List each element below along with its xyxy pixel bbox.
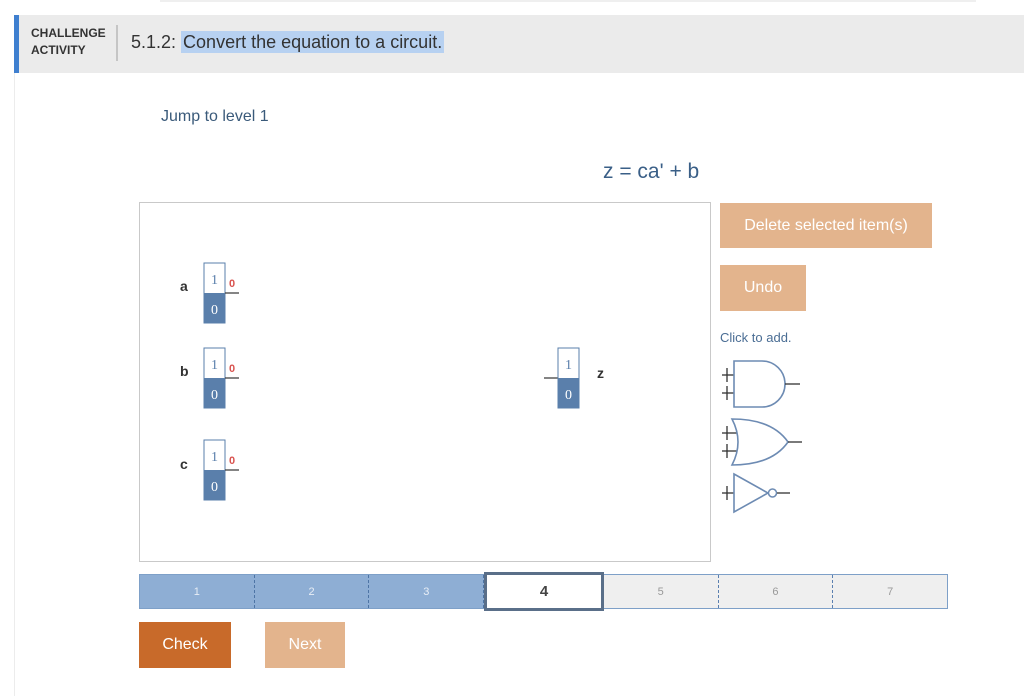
switch-output-value: 0 bbox=[229, 278, 235, 290]
or-gate-icon[interactable] bbox=[720, 414, 804, 470]
undo-button[interactable]: Undo bbox=[720, 265, 806, 311]
activity-header: CHALLENGE ACTIVITY 5.1.2: Convert the eq… bbox=[14, 15, 1024, 73]
activity-title: 5.1.2: Convert the equation to a circuit… bbox=[131, 31, 445, 53]
circuit-drawing: a 1 0 0 b 1 0 0 c 1 0 0 1 0 z bbox=[180, 262, 604, 501]
content-frame-edge bbox=[14, 73, 15, 696]
activity-title-text: Convert the equation to a circuit. bbox=[181, 31, 445, 53]
level-progress-bar: 1 2 3 4 5 6 7 bbox=[139, 572, 948, 611]
level-5-segment: 5 bbox=[603, 575, 719, 608]
target-equation: z = ca' + b bbox=[603, 160, 700, 183]
circuit-canvas[interactable]: a 1 0 0 b 1 0 0 c 1 0 0 1 0 z bbox=[139, 202, 711, 562]
level-2-segment[interactable]: 2 bbox=[254, 575, 370, 608]
switch-bottom-value: 0 bbox=[211, 388, 218, 403]
switch-output-value: 0 bbox=[229, 363, 235, 375]
switch-bottom-value: 0 bbox=[211, 303, 218, 318]
and-gate-icon[interactable] bbox=[720, 356, 804, 412]
input-switch-c[interactable]: c 1 0 0 bbox=[180, 439, 239, 501]
input-switch-a[interactable]: a 1 0 0 bbox=[180, 262, 239, 324]
level-3-segment[interactable]: 3 bbox=[369, 575, 485, 608]
output-indicator-z[interactable]: 1 0 z bbox=[544, 347, 604, 409]
switch-output-value: 0 bbox=[229, 455, 235, 467]
switch-top-value: 1 bbox=[211, 273, 218, 288]
output-label: z bbox=[597, 365, 604, 381]
level-6-segment: 6 bbox=[718, 575, 834, 608]
switch-top-value: 1 bbox=[211, 358, 218, 373]
not-gate-icon[interactable] bbox=[720, 470, 804, 518]
input-switch-b[interactable]: b 1 0 0 bbox=[180, 347, 239, 409]
jump-to-level-link[interactable]: Jump to level 1 bbox=[161, 108, 269, 126]
level-1-segment[interactable]: 1 bbox=[140, 575, 255, 608]
level-7-segment: 7 bbox=[833, 575, 948, 608]
switch-bottom-value: 0 bbox=[211, 480, 218, 495]
activity-type-label: CHALLENGE ACTIVITY bbox=[31, 26, 106, 57]
input-label: b bbox=[180, 363, 189, 379]
input-label: a bbox=[180, 278, 188, 294]
delete-selected-button[interactable]: Delete selected item(s) bbox=[720, 203, 932, 248]
next-button[interactable]: Next bbox=[265, 622, 345, 668]
level-4-segment[interactable]: 4 bbox=[484, 572, 604, 611]
switch-top-value: 1 bbox=[211, 450, 218, 465]
top-rule bbox=[160, 0, 976, 2]
click-to-add-label: Click to add. bbox=[720, 330, 792, 345]
output-bottom-value: 0 bbox=[565, 388, 572, 403]
output-top-value: 1 bbox=[565, 358, 572, 373]
activity-number: 5.1.2: bbox=[131, 32, 182, 52]
input-label: c bbox=[180, 456, 188, 472]
check-button[interactable]: Check bbox=[139, 622, 231, 668]
header-divider bbox=[116, 25, 118, 61]
